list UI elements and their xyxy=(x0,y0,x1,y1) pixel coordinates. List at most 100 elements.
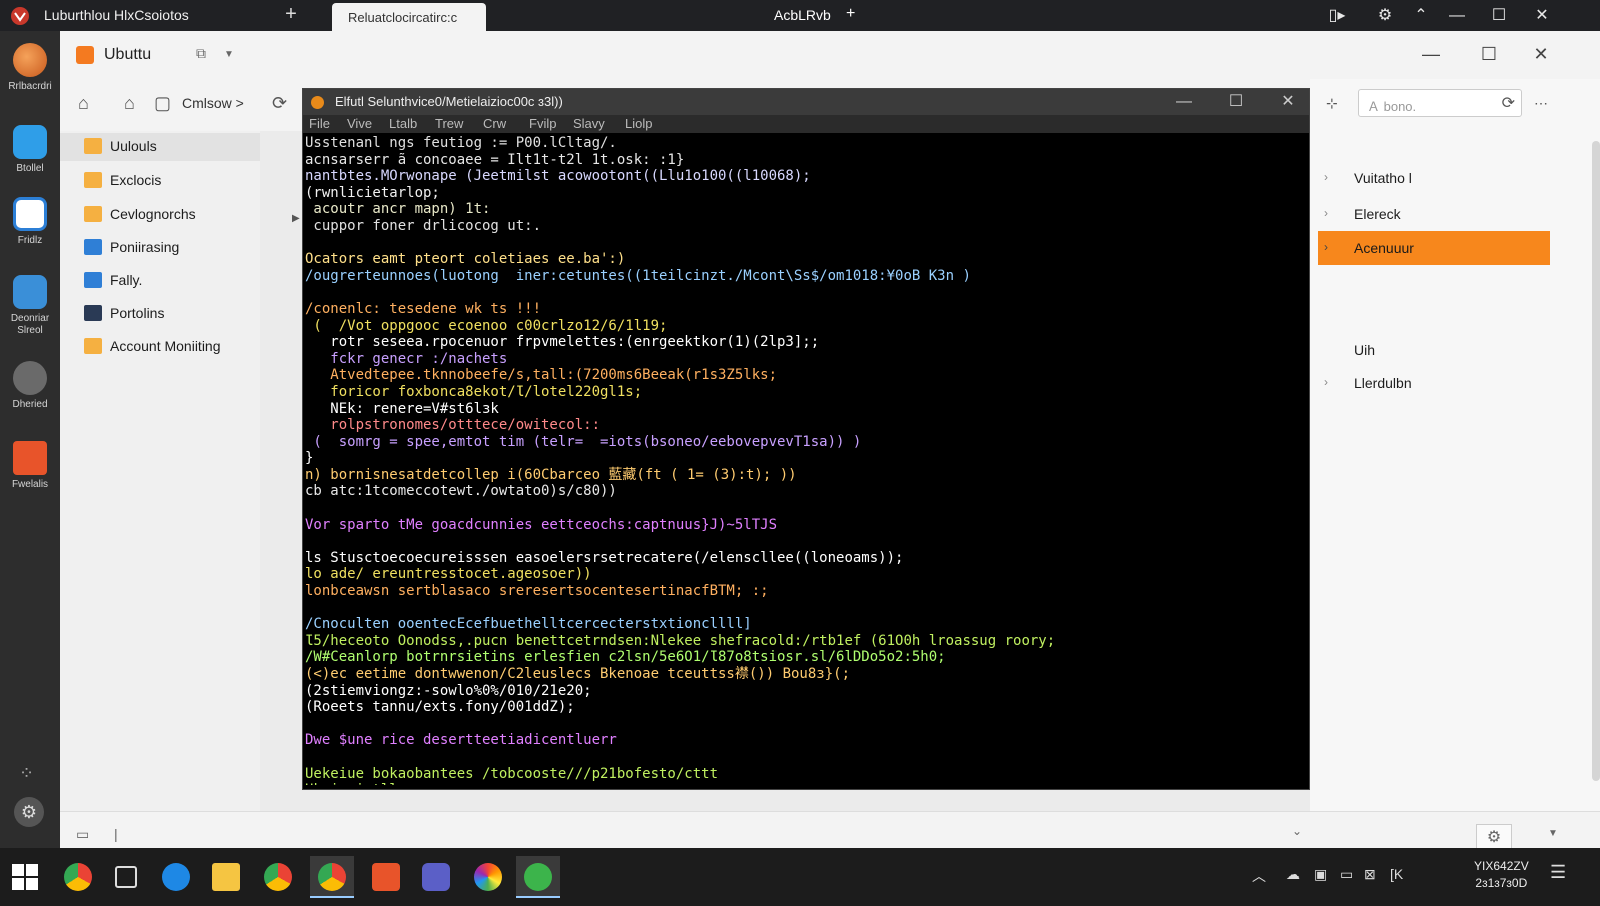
terminal-line: Usstenanl ngs feutiog := P00.lCltag/. xyxy=(305,135,617,151)
menu-item[interactable]: Ltalb xyxy=(389,116,417,131)
fm-maximize-icon[interactable]: ☐ xyxy=(1474,41,1504,67)
sidebar-item-cevlognorchs[interactable]: Cevlognorchs xyxy=(82,201,260,229)
menu-item[interactable]: Trew xyxy=(435,116,463,131)
sidebar-item-exclocis[interactable]: Exclocis xyxy=(82,167,260,195)
right-item-acenuuur[interactable]: › Acenuuur xyxy=(1318,231,1550,265)
expand-arrow-icon[interactable]: ▶ xyxy=(292,213,300,224)
dock-item-ubuntu[interactable]: Rrlbacrdri xyxy=(0,43,60,93)
panel-icon[interactable]: ▭ xyxy=(76,826,89,843)
terminal-maximize-icon[interactable]: ☐ xyxy=(1221,91,1251,113)
add-window-button[interactable]: + xyxy=(846,5,855,23)
scrollbar[interactable] xyxy=(1592,141,1600,781)
fm-close-icon[interactable]: ✕ xyxy=(1526,41,1556,67)
search-input[interactable]: Ａ bono. ⟳ xyxy=(1358,89,1522,117)
breadcrumb[interactable]: Cmlsow > xyxy=(182,95,244,111)
dock-item-files[interactable]: Btollel xyxy=(0,125,60,175)
terminal-line: foricor foxbonca8ekot/Ɩ/lotel220gl1s; xyxy=(305,383,643,400)
taskbar-app-r[interactable] xyxy=(414,856,458,898)
tree-icon[interactable]: ⊹ xyxy=(1326,95,1338,112)
taskbar-taskview[interactable] xyxy=(104,856,148,898)
close-icon[interactable]: ✕ xyxy=(1529,4,1555,28)
right-item-llerdulbn[interactable]: › Llerdulbn xyxy=(1318,366,1550,400)
menu-item[interactable]: File xyxy=(309,116,330,131)
new-tab-button[interactable]: + xyxy=(280,3,302,26)
terminal-minimize-icon[interactable]: — xyxy=(1169,91,1199,113)
dock-item-disc[interactable]: Dheried xyxy=(0,361,60,411)
more-icon[interactable]: ⋯ xyxy=(1534,95,1548,112)
taskbar-photos[interactable] xyxy=(466,856,510,898)
app-title: Luburthlou HlxCsoiotos xyxy=(44,7,189,23)
sidebar-item-fally[interactable]: Fally. xyxy=(82,267,260,295)
network-icon[interactable]: ▣ xyxy=(1314,866,1327,883)
monitor-icon[interactable]: ▭ xyxy=(1340,866,1353,883)
right-item-label: Llerdulbn xyxy=(1354,375,1412,391)
dock-item-store[interactable]: Fwelalis xyxy=(0,441,60,491)
chevron-down-icon[interactable]: ⌄ xyxy=(1292,824,1302,838)
folder-icon xyxy=(84,338,102,354)
menu-item[interactable]: Vive xyxy=(347,116,372,131)
chrome-icon xyxy=(318,863,346,891)
square-icon[interactable]: ▢ xyxy=(154,93,171,114)
dock-label: Deonriar Slreol xyxy=(10,313,50,336)
terminal-line: acoutr ancr mapn) 1t: xyxy=(305,201,491,218)
terminal-output[interactable]: Usstenanl ngs feutiog := P00.lCltag/. acn… xyxy=(305,135,1305,785)
menu-item[interactable]: Liolp xyxy=(625,116,652,131)
terminal-window[interactable]: Elfutl Selunthvice0/Metielaizioc00c ɜ3Ɩ)… xyxy=(302,88,1310,790)
fm-minimize-icon[interactable]: — xyxy=(1416,41,1446,67)
sidebar-item-portolins[interactable]: Portolins xyxy=(82,300,260,328)
window-icon[interactable]: ⧉ xyxy=(196,45,206,62)
gear-icon[interactable]: ⚙ xyxy=(14,797,44,827)
dock-item-screen[interactable]: Deonriar Slreol xyxy=(0,275,60,337)
taskbar-store[interactable] xyxy=(364,856,408,898)
taskbar-browser-g[interactable] xyxy=(56,856,100,898)
reload-icon[interactable]: ⟳ xyxy=(272,93,287,114)
right-item-uih[interactable]: Uih xyxy=(1318,333,1550,367)
right-item-elereck[interactable]: › Elereck xyxy=(1318,197,1550,231)
store-icon xyxy=(372,863,400,891)
parent-folder-icon[interactable]: ⌂ xyxy=(124,93,135,114)
sidebar-item-account-moniiting[interactable]: Account Moniiting xyxy=(82,333,260,361)
right-item-vuitatho[interactable]: › Vuitatho l xyxy=(1318,161,1550,195)
tray-chevron-icon[interactable]: ︿ xyxy=(1252,866,1266,886)
sidebar-item-poniirasing[interactable]: Poniirasing xyxy=(82,234,260,262)
sidebar-item-label: Fally. xyxy=(110,272,143,288)
taskbar-clock[interactable]: YIX642ZV 2ɜ1ɜ7ɜ0D xyxy=(1474,858,1529,892)
scroll-down-icon[interactable]: ▼ xyxy=(1548,828,1558,839)
panel-toggle-icon[interactable]: ▯▸ xyxy=(1324,4,1350,28)
taskbar-chrome-active[interactable] xyxy=(310,856,354,898)
arrow-up-icon[interactable]: ⌃ xyxy=(1408,4,1434,28)
start-windows-icon[interactable] xyxy=(12,864,38,890)
terminal-line: /ougrerteunnoes(luotong iner:cetuntes((1… xyxy=(305,267,971,284)
taskbar-terminal[interactable] xyxy=(516,856,560,898)
taskbar-chrome[interactable] xyxy=(256,856,300,898)
menu-item[interactable]: Slavy xyxy=(573,116,605,131)
taskbar-edge[interactable] xyxy=(154,856,198,898)
notifications-icon[interactable]: ☰ xyxy=(1550,862,1566,883)
refresh-icon[interactable]: ⟳ xyxy=(1502,93,1515,113)
terminal-line: ( somrg = spee,emtot tim (telr= =iots(bs… xyxy=(305,433,862,450)
clock-date: 2ɜ1ɜ7ɜ0D xyxy=(1475,876,1528,890)
sidebar-item-uulouls[interactable]: Uulouls xyxy=(60,133,260,161)
taskbar-explorer[interactable] xyxy=(204,856,248,898)
menu-item[interactable]: Crw xyxy=(483,116,506,131)
terminal-line: Atvedtepee.tknnobeefe/s,tall:(7200ms6Bee… xyxy=(305,367,778,384)
cloud-icon[interactable]: ☁ xyxy=(1286,866,1300,883)
chevron-down-icon[interactable]: ▼ xyxy=(224,49,234,60)
sidebar-item-label: Portolins xyxy=(110,305,165,321)
active-tab[interactable]: Reluatclocircatirc:c xyxy=(332,3,486,31)
minimize-icon[interactable]: — xyxy=(1444,4,1470,28)
apps-grid-icon[interactable]: ⁘ xyxy=(19,763,34,784)
home-icon[interactable]: ⌂ xyxy=(78,93,89,114)
mute-icon[interactable]: ⊠ xyxy=(1364,866,1376,883)
terminal-line: cb atc:1tcomeccotewt./owtato0)s/c80)) xyxy=(305,483,617,500)
maximize-icon[interactable]: ☐ xyxy=(1486,4,1512,28)
terminal-close-icon[interactable]: ✕ xyxy=(1273,91,1303,113)
terminal-line: Ɩ5/heceoto Oonodss,.pucn benettcetrndsen… xyxy=(305,632,1056,649)
language-icon[interactable]: [K xyxy=(1390,866,1403,882)
menu-item[interactable]: Fvilp xyxy=(529,116,556,131)
settings-gear-icon[interactable]: ⚙ xyxy=(1372,4,1398,28)
terminal-line: Dwe $une rice desertteetiadicentluerr xyxy=(305,732,617,749)
dock-item-documents[interactable]: Fridlz xyxy=(0,197,60,247)
